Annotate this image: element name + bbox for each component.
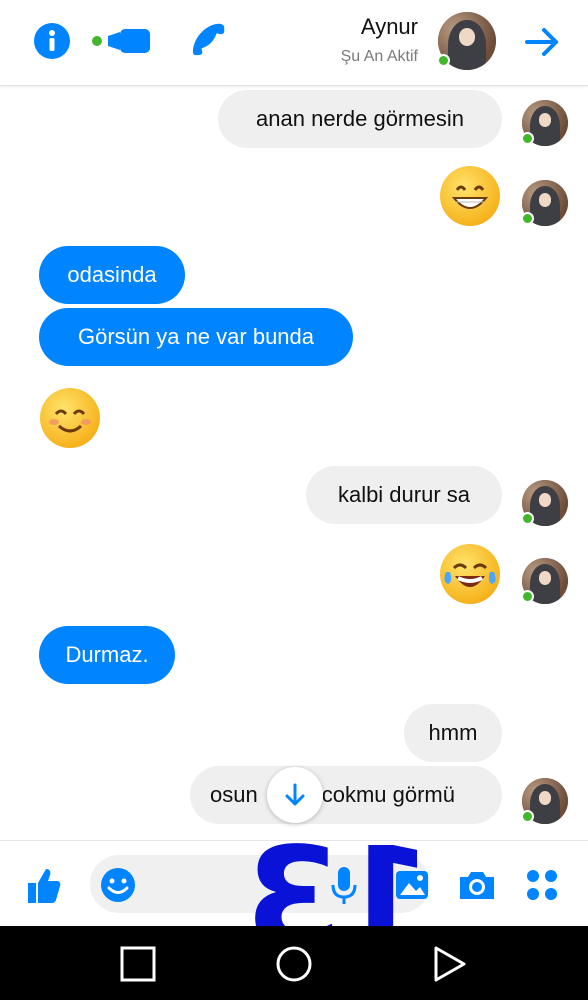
online-indicator: [521, 212, 534, 225]
recents-square-icon[interactable]: [118, 944, 158, 984]
online-indicator: [521, 512, 534, 525]
camera-icon[interactable]: [456, 865, 498, 905]
message-text: Durmaz.: [65, 642, 149, 667]
contact-name: Aynur: [360, 14, 418, 39]
online-indicator: [521, 590, 534, 603]
online-indicator: [521, 132, 534, 145]
message-text: odasinda: [67, 262, 157, 287]
active-status: Şu An Aktif: [340, 48, 418, 65]
online-indicator: [521, 810, 534, 823]
back-triangle-icon[interactable]: [430, 944, 470, 984]
message-text: hmm: [428, 720, 478, 745]
chat-header: Aynur Şu An Aktif: [0, 0, 588, 86]
message-text: kalbi durur sa: [337, 482, 471, 507]
android-nav-bar: [0, 926, 588, 1000]
online-indicator: [437, 54, 450, 67]
message-bubble[interactable]: kalbi durur sa: [306, 466, 502, 524]
message-bubble[interactable]: osun cokmu görmü: [190, 766, 502, 824]
message-text-tail: osun: [210, 782, 258, 807]
tears-of-joy-emoji[interactable]: [440, 544, 500, 604]
message-bubble[interactable]: Durmaz.: [39, 626, 175, 684]
message-text: anan nerde görmesin: [256, 106, 464, 131]
message-bubble[interactable]: odasinda: [39, 246, 185, 304]
home-circle-icon[interactable]: [274, 944, 314, 984]
scroll-down-button[interactable]: [267, 767, 323, 823]
arrow-down-icon: [285, 783, 305, 806]
smiling-face-emoji[interactable]: [40, 388, 100, 448]
thumbs-up-icon[interactable]: [20, 863, 64, 907]
message-bubble[interactable]: Görsün ya ne var bunda: [39, 308, 353, 366]
grinning-face-emoji[interactable]: [440, 166, 500, 226]
info-icon[interactable]: [33, 22, 71, 60]
message-text: Görsün ya ne var bunda: [77, 324, 315, 349]
message-bubble[interactable]: hmm: [404, 704, 502, 762]
message-bubble[interactable]: anan nerde görmesin: [218, 90, 502, 148]
video-call-icon[interactable]: [90, 26, 152, 56]
emoji-icon[interactable]: [98, 865, 138, 905]
phone-icon[interactable]: [190, 22, 228, 60]
message-text: cokmu görmü: [321, 782, 455, 807]
more-apps-icon[interactable]: [522, 865, 562, 905]
back-arrow-icon[interactable]: [522, 22, 562, 62]
